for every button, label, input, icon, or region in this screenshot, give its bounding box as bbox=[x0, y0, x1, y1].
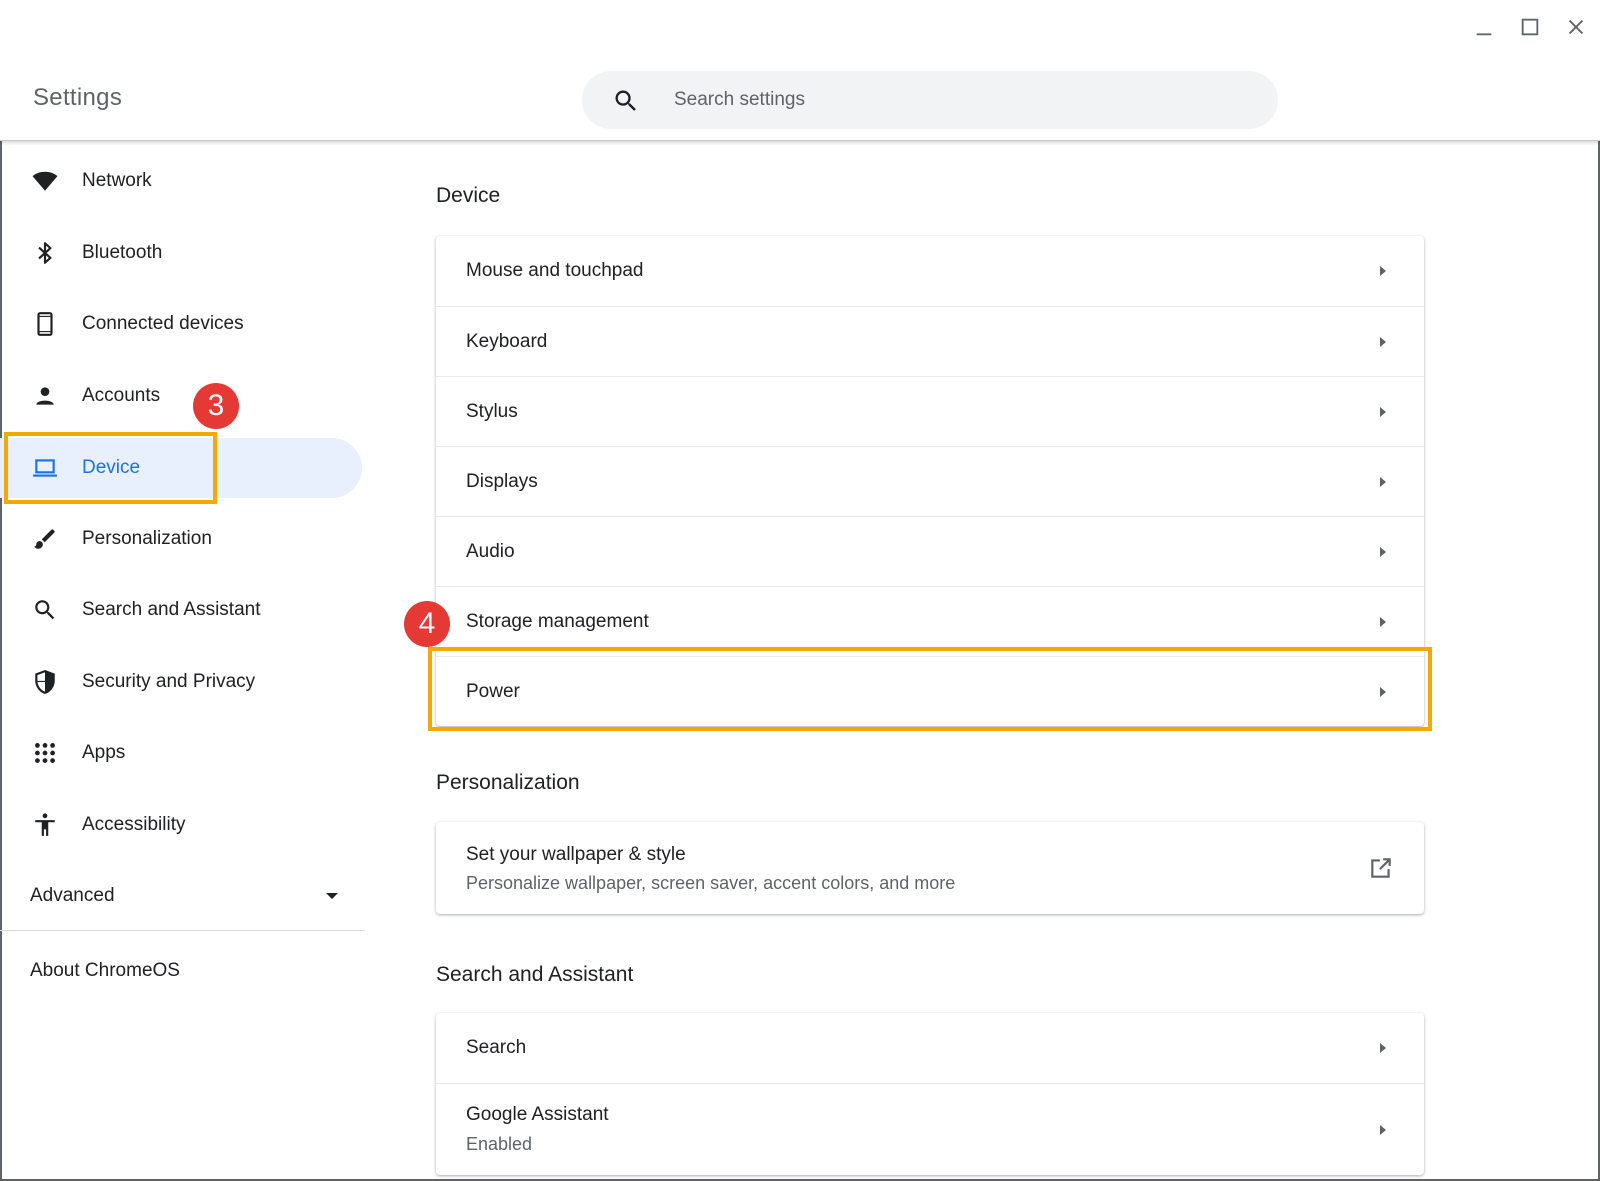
about-chromeos-link[interactable]: About ChromeOS bbox=[30, 960, 180, 982]
sidebar-item-label: Personalization bbox=[82, 528, 212, 549]
sidebar-item-label: Security and Privacy bbox=[82, 671, 256, 692]
row-wallpaper-and-style[interactable]: Set your wallpaper & style Personalize w… bbox=[436, 822, 1424, 914]
row-keyboard[interactable]: Keyboard bbox=[436, 306, 1424, 376]
bluetooth-icon bbox=[30, 238, 60, 268]
chevron-right-icon bbox=[1380, 476, 1386, 487]
sidebar-item-label: Accounts bbox=[82, 385, 161, 406]
device-section-title: Device bbox=[436, 184, 501, 207]
sidebar-item-security-and-privacy[interactable]: Security and Privacy bbox=[0, 652, 362, 712]
advanced-label: Advanced bbox=[30, 885, 115, 906]
row-search[interactable]: Search bbox=[436, 1013, 1424, 1083]
close-icon bbox=[1568, 19, 1584, 35]
row-label: Google Assistant bbox=[466, 1104, 609, 1125]
search-icon bbox=[615, 90, 636, 111]
row-status: Enabled bbox=[466, 1134, 533, 1154]
row-label: Storage management bbox=[466, 610, 649, 632]
app-title: Settings bbox=[33, 84, 123, 111]
wifi-icon bbox=[30, 166, 60, 196]
caret-down-icon bbox=[326, 893, 338, 899]
row-label: Mouse and touchpad bbox=[466, 260, 644, 281]
chevron-right-icon bbox=[1380, 1043, 1386, 1053]
row-stylus[interactable]: Stylus bbox=[436, 376, 1424, 446]
sidebar-item-connected-devices[interactable]: Connected devices bbox=[0, 294, 362, 354]
step-3-badge: 3 bbox=[193, 383, 239, 429]
search-assistant-card: Search Google Assistant Enabled bbox=[436, 1013, 1424, 1175]
advanced-toggle[interactable]: Advanced bbox=[30, 878, 340, 914]
sidebar-item-personalization[interactable]: Personalization bbox=[0, 509, 362, 569]
row-label: Set your wallpaper & style bbox=[466, 844, 686, 865]
sidebar-item-search-and-assistant[interactable]: Search and Assistant bbox=[0, 580, 362, 640]
sidebar-item-bluetooth[interactable]: Bluetooth bbox=[0, 223, 362, 283]
minimize-button[interactable] bbox=[1469, 12, 1499, 42]
row-storage-management[interactable]: Storage management bbox=[436, 586, 1424, 656]
sidebar-item-label: Accessibility bbox=[82, 814, 186, 835]
search-bar[interactable] bbox=[582, 71, 1278, 129]
sidebar-item-label: Network bbox=[82, 170, 152, 191]
apps-grid-icon bbox=[30, 738, 60, 768]
sidebar-item-label: Connected devices bbox=[82, 313, 244, 334]
highlight-device-box bbox=[4, 432, 217, 504]
chevron-right-icon bbox=[1380, 406, 1386, 417]
personalization-section-title: Personalization bbox=[436, 771, 580, 794]
row-label: Keyboard bbox=[466, 330, 548, 352]
step-4-badge: 4 bbox=[404, 601, 450, 647]
minimize-icon bbox=[1476, 33, 1492, 36]
header: Settings bbox=[0, 0, 1600, 141]
chevron-right-icon bbox=[1380, 1124, 1386, 1135]
sidebar-item-label: Apps bbox=[82, 742, 126, 763]
chevron-right-icon bbox=[1380, 266, 1386, 276]
row-displays[interactable]: Displays bbox=[436, 446, 1424, 516]
chevron-right-icon bbox=[1380, 616, 1386, 627]
sidebar-item-network[interactable]: Network bbox=[0, 151, 362, 211]
chevron-right-icon bbox=[1380, 546, 1386, 557]
accessibility-icon bbox=[30, 810, 60, 840]
sidebar-item-label: Search and Assistant bbox=[82, 599, 261, 620]
row-google-assistant[interactable]: Google Assistant Enabled bbox=[436, 1083, 1424, 1175]
open-in-new-icon bbox=[1371, 858, 1391, 878]
row-mouse-and-touchpad[interactable]: Mouse and touchpad bbox=[436, 236, 1424, 306]
personalization-card: Set your wallpaper & style Personalize w… bbox=[436, 822, 1424, 914]
row-label: Audio bbox=[466, 540, 515, 562]
sidebar-divider bbox=[0, 930, 365, 931]
row-label: Displays bbox=[466, 470, 538, 492]
row-label: Stylus bbox=[466, 400, 518, 422]
person-icon bbox=[30, 381, 60, 411]
sidebar-item-label: Bluetooth bbox=[82, 242, 163, 263]
sidebar-item-accounts[interactable]: Accounts bbox=[0, 366, 362, 426]
row-audio[interactable]: Audio bbox=[436, 516, 1424, 586]
sidebar-item-apps[interactable]: Apps bbox=[0, 723, 362, 783]
brush-icon bbox=[30, 524, 60, 554]
row-sublabel: Personalize wallpaper, screen saver, acc… bbox=[466, 873, 956, 893]
phone-icon bbox=[30, 309, 60, 339]
search-assistant-section-title: Search and Assistant bbox=[436, 963, 634, 986]
close-button[interactable] bbox=[1561, 12, 1591, 42]
search-input[interactable] bbox=[674, 85, 1234, 115]
highlight-power-box bbox=[428, 647, 1432, 731]
sidebar-item-accessibility[interactable]: Accessibility bbox=[0, 795, 362, 855]
chevron-right-icon bbox=[1380, 336, 1386, 347]
maximize-icon bbox=[1521, 18, 1539, 36]
search-icon bbox=[30, 595, 60, 625]
row-label: Search bbox=[466, 1037, 527, 1058]
shield-icon bbox=[30, 667, 60, 697]
maximize-button[interactable] bbox=[1515, 12, 1545, 42]
